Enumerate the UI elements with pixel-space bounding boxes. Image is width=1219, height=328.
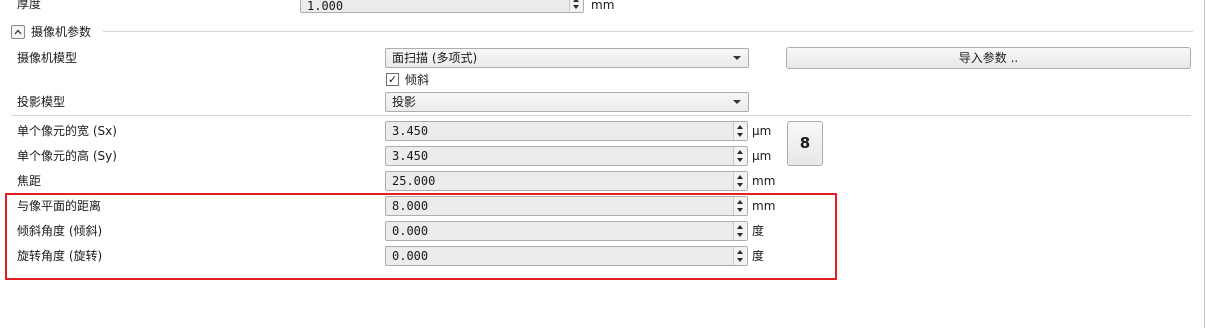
thickness-unit: mm (591, 0, 615, 12)
rotation-angle-unit: 度 (752, 249, 765, 263)
tilt-angle-value: 0.000 (392, 224, 429, 238)
image-plane-distance-value: 8.000 (392, 199, 429, 213)
chevron-down-icon (733, 100, 741, 104)
focal-length-label: 焦距 (17, 174, 42, 188)
rotation-angle-stepper[interactable] (733, 247, 747, 265)
projection-model-label: 投影模型 (17, 95, 66, 109)
pixel-width-stepper[interactable] (733, 122, 747, 140)
pixel-height-unit: μm (752, 149, 772, 163)
collapse-toggle[interactable] (11, 25, 25, 39)
thickness-label: 厚度 (17, 0, 42, 11)
projection-model-value: 投影 (392, 95, 417, 109)
thickness-spinbox[interactable]: 1.000 (300, 0, 584, 13)
pixel-height-spinbox[interactable]: 3.450 (385, 146, 748, 166)
thickness-stepper[interactable] (569, 0, 583, 12)
image-plane-distance-unit: mm (752, 199, 776, 213)
pixel-height-value: 3.450 (392, 149, 429, 163)
checkmark-icon: ✓ (387, 73, 398, 86)
focal-length-spinbox[interactable]: 25.000 (385, 171, 748, 191)
panel-right-border (1204, 0, 1205, 328)
pixel-width-label: 单个像元的宽 (Sx) (17, 124, 117, 138)
tilt-angle-stepper[interactable] (733, 222, 747, 240)
rotation-angle-spinbox[interactable]: 0.000 (385, 246, 748, 266)
focal-length-value: 25.000 (392, 174, 436, 188)
focal-length-stepper[interactable] (733, 172, 747, 190)
pixel-height-label: 单个像元的高 (Sy) (17, 149, 117, 163)
section-divider (103, 31, 1193, 32)
focal-length-unit: mm (752, 174, 776, 188)
tilt-angle-spinbox[interactable]: 0.000 (385, 221, 748, 241)
projection-model-dropdown[interactable]: 投影 (385, 92, 749, 112)
image-plane-distance-spinbox[interactable]: 8.000 (385, 196, 748, 216)
image-plane-distance-label: 与像平面的距离 (17, 199, 102, 213)
image-plane-distance-stepper[interactable] (733, 197, 747, 215)
import-params-button[interactable]: 导入参数 .. (786, 47, 1191, 69)
tilt-angle-unit: 度 (752, 224, 765, 238)
pixel-height-stepper[interactable] (733, 147, 747, 165)
camera-model-label: 摄像机模型 (17, 51, 78, 65)
tilt-angle-label: 倾斜角度 (倾斜) (17, 224, 103, 238)
camera-model-value: 面扫描 (多项式) (392, 51, 478, 65)
link-aspect-button[interactable]: 8 (787, 121, 823, 166)
pixel-width-spinbox[interactable]: 3.450 (385, 121, 748, 141)
thickness-value: 1.000 (307, 0, 344, 13)
camera-model-dropdown[interactable]: 面扫描 (多项式) (385, 48, 749, 68)
row-divider (11, 115, 1191, 116)
rotation-angle-value: 0.000 (392, 249, 429, 263)
pixel-width-value: 3.450 (392, 124, 429, 138)
section-title: 摄像机参数 (31, 25, 92, 39)
rotation-angle-label: 旋转角度 (旋转) (17, 249, 103, 263)
tilt-checkbox-label: 倾斜 (405, 73, 430, 87)
chevron-down-icon (733, 56, 741, 60)
chain-link-icon: 8 (799, 134, 811, 152)
tilt-checkbox[interactable]: ✓ (386, 73, 399, 86)
chevron-up-icon (14, 29, 22, 35)
pixel-width-unit: μm (752, 124, 772, 138)
import-params-label: 导入参数 .. (958, 51, 1019, 65)
